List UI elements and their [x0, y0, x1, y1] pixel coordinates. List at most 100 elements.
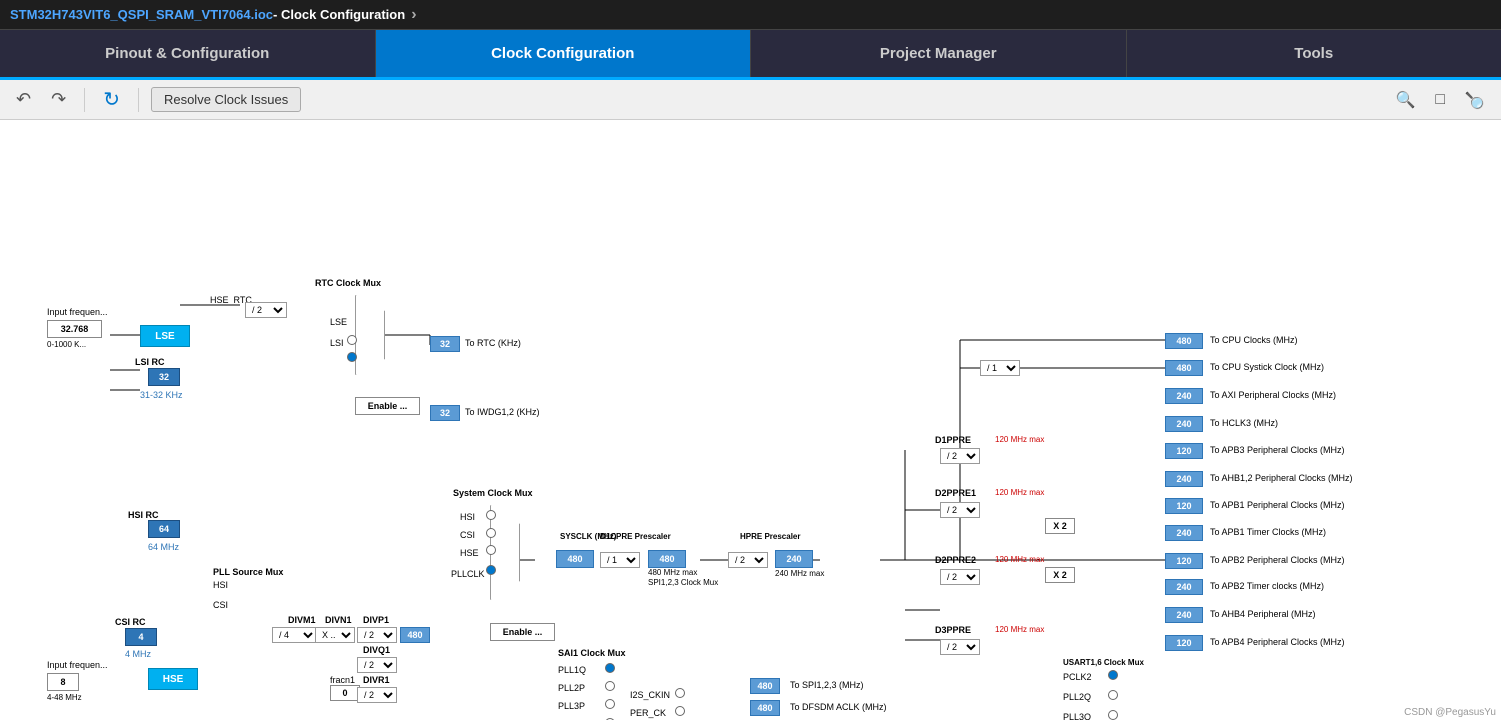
fracn1-value[interactable]: 0 [330, 685, 360, 701]
divp1-select[interactable]: / 2 [357, 627, 397, 643]
sysclk-value-box[interactable]: 480 [556, 550, 594, 568]
to-apb2-label: To APB2 Peripheral Clocks (MHz) [1210, 555, 1345, 565]
d1ppre-max-label: 120 MHz max [995, 435, 1044, 444]
csi-value-box[interactable]: 4 [125, 628, 157, 646]
i2s-ckin-radio[interactable] [675, 688, 685, 698]
tab-project[interactable]: Project Manager [751, 30, 1127, 77]
sai1-pll2p-radio[interactable] [605, 681, 615, 691]
d3ppre-max-label: 120 MHz max [995, 625, 1044, 634]
divp1-label: DIVP1 [363, 615, 389, 625]
usart16-pclk2-radio[interactable] [1108, 670, 1118, 680]
to-apb4-label: To APB4 Peripheral Clocks (MHz) [1210, 637, 1345, 647]
csi-rc-label: CSI RC [115, 617, 146, 627]
hsi-rc-label: HSI RC [128, 510, 159, 520]
lse-range-label: 0-1000 K... [47, 340, 86, 349]
rtc-lsi-radio[interactable] [347, 335, 357, 345]
input-freq-hse-label: Input frequen... [47, 660, 108, 670]
sai1-pll1q-radio[interactable] [605, 663, 615, 673]
hpre-max-label: 240 MHz max [775, 569, 824, 578]
d1cpre-label: D1CPRE Prescaler [600, 532, 671, 541]
to-spi23-label: To SPI1,2,3 (MHz) [790, 680, 864, 690]
divr1-label: DIVR1 [363, 675, 390, 685]
divm1-label: DIVM1 [288, 615, 316, 625]
rtc-mux-label: RTC Clock Mux [315, 278, 381, 288]
ahb12-out-val: 240 [1165, 471, 1203, 487]
hsi-value-box[interactable]: 64 [148, 520, 180, 538]
apb4-out-val: 120 [1165, 635, 1203, 651]
enable-btn2[interactable]: Enable ... [490, 623, 555, 641]
x2-box1: X 2 [1045, 518, 1075, 534]
d3ppre-select[interactable]: / 2/ 1 [940, 639, 980, 655]
i2s-ckin-label: I2S_CKIN [630, 690, 670, 700]
lsi-value-box[interactable]: 32 [148, 368, 180, 386]
divq1-label: DIVQ1 [363, 645, 390, 655]
hse-box[interactable]: HSE [148, 668, 198, 690]
d1ppre-label: D1PPRE [935, 435, 971, 445]
tab-bar: Pinout & Configuration Clock Configurati… [0, 30, 1501, 80]
zoom-out-button[interactable]: 🔍 [1459, 88, 1491, 112]
divq1-select[interactable]: / 2 [357, 657, 397, 673]
rtc-lsi-label: LSI [330, 338, 344, 348]
cpu-systick-out-val: 480 [1165, 360, 1203, 376]
cpu-out-val: 480 [1165, 333, 1203, 349]
fracn1-label: fracn1 [330, 675, 355, 685]
title-highlight: STM32H743VIT6_QSPI_SRAM_VTI7064.ioc [10, 7, 273, 22]
input-freq-lse-value[interactable]: 32.768 [47, 320, 102, 338]
lse-box[interactable]: LSE [140, 325, 190, 347]
undo-button[interactable]: ↶ [10, 87, 37, 112]
tab-clock[interactable]: Clock Configuration [376, 30, 752, 77]
to-apb2t-label: To APB2 Timer clocks (MHz) [1210, 581, 1324, 591]
hsi-freq-label: 64 MHz [148, 542, 179, 552]
apb1-out-val: 120 [1165, 498, 1203, 514]
to-dfsdm-label: To DFSDM ACLK (MHz) [790, 702, 887, 712]
hpre-select[interactable]: / 2/ 1/ 4 [728, 552, 768, 568]
title-suffix: - Clock Configuration [273, 7, 405, 22]
tab-tools[interactable]: Tools [1127, 30, 1501, 77]
tab-pinout[interactable]: Pinout & Configuration [0, 30, 376, 77]
hse-input-value[interactable]: 8 [47, 673, 79, 691]
usart16-pll3q-radio[interactable] [1108, 710, 1118, 720]
input-freq-lse-label: Input frequen... [47, 307, 108, 317]
sys-csi-label: CSI [460, 530, 475, 540]
sai-pll1q-label: PLL1Q [558, 665, 586, 675]
rtc-lsi2-radio[interactable] [347, 352, 357, 362]
sai1-pll3p-radio[interactable] [605, 699, 615, 709]
iwdg-out-val: 32 [430, 405, 460, 421]
resolve-clock-button[interactable]: Resolve Clock Issues [151, 87, 301, 112]
sys-hsi-radio[interactable] [486, 510, 496, 520]
rtc-unit-label: To RTC (KHz) [465, 338, 521, 348]
sys-hsi-label: HSI [460, 512, 475, 522]
divr1-select[interactable]: / 2 [357, 687, 397, 703]
sai-pll3p-label: PLL3P [558, 701, 585, 711]
d1ppre-select[interactable]: / 2/ 1 [940, 448, 980, 464]
sys-pllclk-label: PLLCLK [451, 569, 485, 579]
sys-hse-radio[interactable] [486, 545, 496, 555]
apb2t-out-val: 240 [1165, 579, 1203, 595]
per-ck-radio[interactable] [675, 706, 685, 716]
sys-csi-radio[interactable] [486, 528, 496, 538]
usart16-pll2q-radio[interactable] [1108, 690, 1118, 700]
enable-btn1[interactable]: Enable ... [355, 397, 420, 415]
apb1t-out-val: 240 [1165, 525, 1203, 541]
div1-select-top[interactable]: / 1 [980, 360, 1020, 376]
redo-button[interactable]: ↷ [45, 87, 72, 112]
d1cpre-out-box: 480 [648, 550, 686, 568]
fit-button[interactable]: □ [1429, 89, 1451, 111]
d2ppre2-select[interactable]: / 2/ 1 [940, 569, 980, 585]
hse-rtc-div-select[interactable]: / 2/ 4/ 8 [245, 302, 287, 318]
sai1-mux-label: SAI1 Clock Mux [558, 648, 626, 658]
d2ppre2-max-label: 120 MHz max [995, 555, 1044, 564]
to-ahb4-label: To AHB4 Peripheral (MHz) [1210, 609, 1316, 619]
toolbar-separator2 [138, 88, 139, 112]
d1cpre-select[interactable]: / 1/ 2 [600, 552, 640, 568]
divx1-select[interactable]: X ... [315, 627, 355, 643]
sys-pll-radio[interactable] [486, 565, 496, 575]
refresh-button[interactable]: ↻ [97, 85, 126, 114]
zoom-in-button[interactable]: 🔍 [1389, 88, 1421, 112]
to-hclk3-label: To HCLK3 (MHz) [1210, 418, 1278, 428]
clock-diagram: Input frequen... 32.768 0-1000 K... LSE … [0, 120, 1501, 720]
toolbar-separator [84, 88, 85, 112]
d2ppre1-select[interactable]: / 2/ 1 [940, 502, 980, 518]
divm1-select[interactable]: / 4/ 1/ 2 [272, 627, 317, 643]
to-axi-label: To AXI Peripheral Clocks (MHz) [1210, 390, 1336, 400]
